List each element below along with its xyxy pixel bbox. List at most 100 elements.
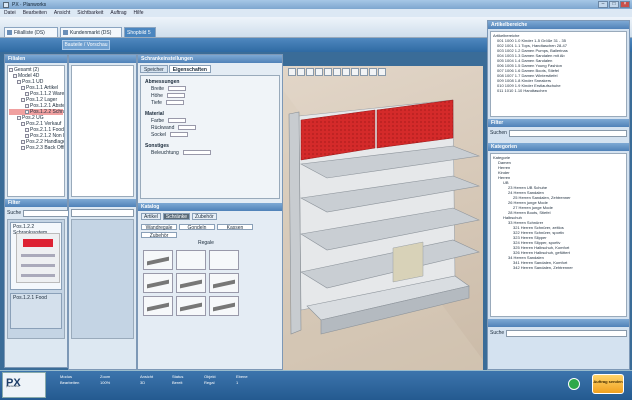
menu-help[interactable]: Hilfe xyxy=(134,10,144,16)
tab-cabinets[interactable]: Schränke xyxy=(162,213,191,220)
rotate-tool-icon[interactable] xyxy=(306,68,314,76)
catalog-filter-chips: Wandregale Gondeln Kassen Zubehör xyxy=(138,222,282,240)
property-row: Farbe xyxy=(141,117,279,124)
catalog-item[interactable] xyxy=(143,296,173,316)
menu-view[interactable]: Ansicht xyxy=(54,10,70,16)
menu-edit[interactable]: Bearbeiten xyxy=(23,10,47,16)
article-search-input[interactable] xyxy=(508,129,627,137)
thumbnail-item[interactable]: Pos.1.2.1 Food xyxy=(10,293,62,329)
height-field[interactable] xyxy=(166,93,185,98)
color-field[interactable] xyxy=(168,118,187,123)
measure-icon[interactable] xyxy=(369,68,377,76)
tab-properties[interactable]: Eigenschaften xyxy=(168,65,211,73)
search-label: Suche xyxy=(7,210,22,216)
chip-wall-shelves[interactable]: Wandregale xyxy=(141,224,177,231)
tree-node-label: Pos.2.3 Back Office xyxy=(26,145,64,151)
expand-toggle-icon[interactable] xyxy=(21,98,25,102)
category-node[interactable]: 342 Herren Sandalen, Zehtrenner xyxy=(493,265,624,270)
property-row: Höhe xyxy=(141,92,279,99)
list-icon xyxy=(7,30,12,35)
window-title: PX · Planworks xyxy=(12,1,47,8)
tab-storage[interactable]: Speicher xyxy=(140,65,168,73)
zoom-tool-icon[interactable] xyxy=(315,68,323,76)
minimize-button[interactable]: – xyxy=(598,1,608,8)
tab-articles[interactable]: Artikel xyxy=(141,213,161,220)
expand-toggle-icon[interactable] xyxy=(9,68,13,72)
expand-toggle-icon[interactable] xyxy=(25,134,29,138)
menu-visibility[interactable]: Sichtbarkeit xyxy=(77,10,103,16)
expand-toggle-icon[interactable] xyxy=(25,104,29,108)
chip-gondolas[interactable]: Gondeln xyxy=(179,224,215,231)
select-tool-icon[interactable] xyxy=(288,68,296,76)
catalog-item[interactable] xyxy=(209,273,239,293)
section-other: Sonstiges xyxy=(145,142,169,149)
tab-store-list[interactable]: Filialliste (DS) xyxy=(4,27,58,37)
catalog-item[interactable] xyxy=(209,250,239,270)
title-bar: PX · Planworks xyxy=(0,0,632,9)
panel-header-settings: Schrankeinstellungen xyxy=(138,55,282,63)
panel-header-categories: Kategorien xyxy=(488,143,629,151)
thumbnail-item[interactable]: Pos.1.2.2 Schranksystem xyxy=(10,222,62,290)
menu-order[interactable]: Auftrag xyxy=(110,10,126,16)
status-ok-icon[interactable] xyxy=(568,378,580,390)
status-state: Status Bereit xyxy=(172,374,184,385)
expand-toggle-icon[interactable] xyxy=(17,80,21,84)
properties-panel: Schrankeinstellungen Speicher Eigenschaf… xyxy=(137,54,283,370)
left-search-row: Suche xyxy=(7,209,80,217)
base-field[interactable] xyxy=(170,132,189,137)
catalog-item[interactable] xyxy=(209,296,239,316)
send-order-button[interactable]: Auftrag senden xyxy=(592,374,624,394)
chip-accessories[interactable]: Zubehör xyxy=(141,232,177,239)
catalog-item[interactable] xyxy=(143,273,173,293)
perspective-icon[interactable] xyxy=(360,68,368,76)
close-button[interactable]: × xyxy=(620,1,630,8)
viewport-toolbar xyxy=(288,68,386,78)
top-view-icon[interactable] xyxy=(342,68,350,76)
catalog-item[interactable] xyxy=(176,296,206,316)
right-panel: Artikelbereiche Artikelbereiche 001 1000 … xyxy=(487,20,630,370)
expand-toggle-icon[interactable] xyxy=(21,146,25,150)
catalog-tabs: Artikel Schränke Zubehör xyxy=(138,211,282,222)
chip-checkouts[interactable]: Kassen xyxy=(217,224,253,231)
side-view-icon[interactable] xyxy=(351,68,359,76)
expand-toggle-icon[interactable] xyxy=(21,122,25,126)
front-view-icon[interactable] xyxy=(333,68,341,76)
category-search-input[interactable] xyxy=(506,329,627,337)
app-logo: PX planworks xyxy=(2,372,46,398)
render-icon[interactable] xyxy=(378,68,386,76)
pan-tool-icon[interactable] xyxy=(324,68,332,76)
tab-accessories[interactable]: Zubehör xyxy=(192,213,217,220)
tab-shop-view[interactable]: Shopbild 5 xyxy=(124,27,156,37)
width-field[interactable] xyxy=(168,86,187,91)
expand-toggle-icon[interactable] xyxy=(21,86,25,90)
expand-toggle-icon[interactable] xyxy=(25,110,29,114)
backwall-field[interactable] xyxy=(178,125,197,130)
right-search-row: Suchen xyxy=(490,129,627,137)
shelf-3d-model[interactable] xyxy=(283,80,483,370)
store-tree: Gesamt (2) Model 4D Pos.1 UD Pos.1.1 Artike… xyxy=(7,65,65,197)
tree-node[interactable]: Pos.2.3 Back Office xyxy=(9,145,64,151)
expand-toggle-icon[interactable] xyxy=(25,128,29,132)
depth-field[interactable] xyxy=(165,100,184,105)
article-area-list: Artikelbereiche 001 1000 1.0 Kinder 1-5 G… xyxy=(490,31,627,117)
status-view: Ansicht 3D xyxy=(140,374,154,385)
expand-toggle-icon[interactable] xyxy=(17,116,21,120)
status-bar xyxy=(0,370,632,400)
menu-file[interactable]: Datei xyxy=(4,10,16,16)
components-preview-button[interactable]: Bauteile / Vorschau xyxy=(62,40,110,50)
move-tool-icon[interactable] xyxy=(297,68,305,76)
expand-toggle-icon[interactable] xyxy=(25,92,29,96)
catalog-item[interactable] xyxy=(176,273,206,293)
properties-form: Abmessungen Breite Höhe Tiefe Material F… xyxy=(140,75,280,199)
expand-toggle-icon[interactable] xyxy=(21,140,25,144)
property-row: Breite xyxy=(141,85,279,92)
tab-customer-market[interactable]: Kundenmarkt (DS) xyxy=(60,27,122,37)
catalog-item[interactable] xyxy=(176,250,206,270)
expand-toggle-icon[interactable] xyxy=(13,74,17,78)
catalog-item-grid xyxy=(138,247,282,319)
list-item[interactable]: 011 1010 1.10 Handtaschen xyxy=(493,88,624,93)
catalog-item[interactable] xyxy=(143,250,173,270)
maximize-button[interactable]: □ xyxy=(609,1,619,8)
lighting-field[interactable] xyxy=(182,150,211,155)
status-zoom: Zoom 100% xyxy=(100,374,111,385)
